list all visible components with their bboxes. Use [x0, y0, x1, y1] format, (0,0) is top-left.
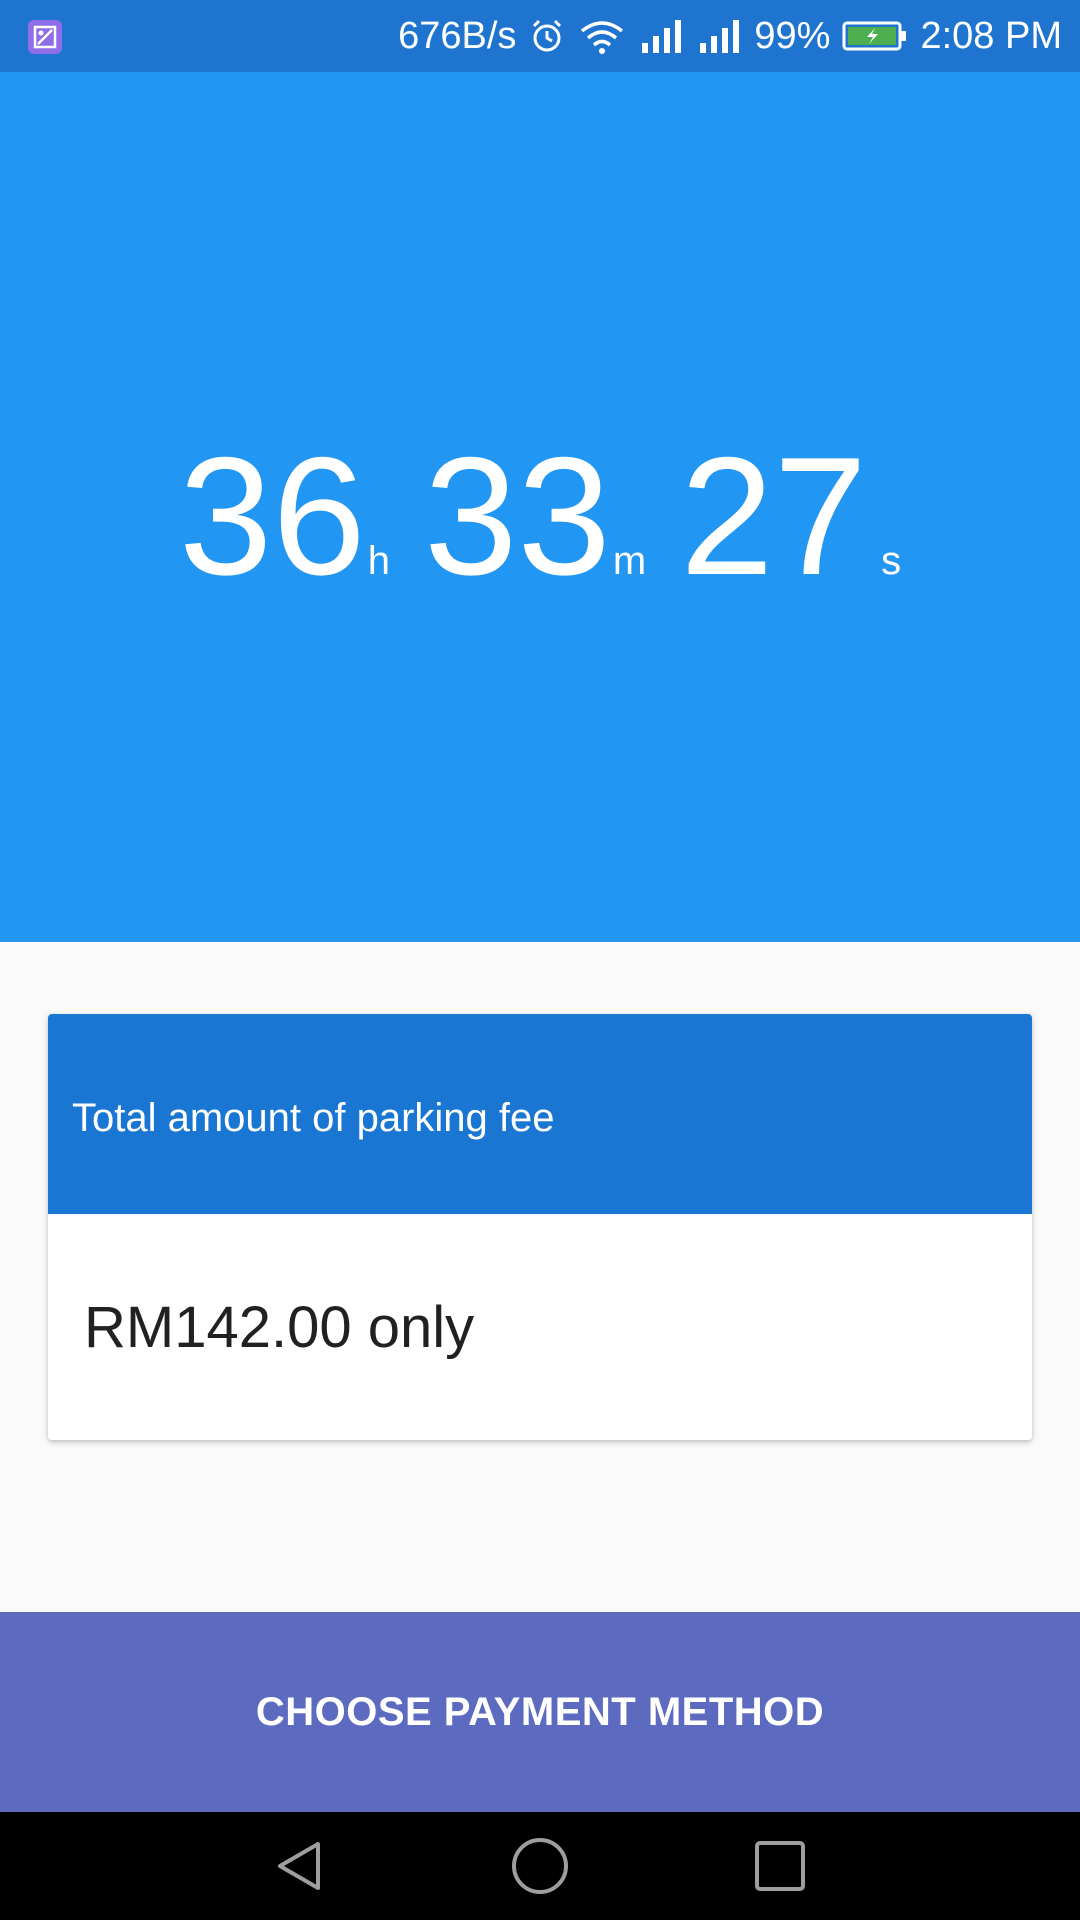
network-speed: 676B/s [398, 14, 517, 57]
home-icon[interactable] [510, 1836, 570, 1896]
signal-icon [638, 17, 684, 55]
battery-charging-icon [842, 19, 908, 53]
wifi-icon [578, 17, 626, 55]
timer-hours: 36 [178, 422, 366, 610]
fee-card-title: Total amount of parking fee [48, 1014, 1032, 1214]
timer-hours-unit: h [367, 539, 391, 583]
battery-percent: 99% [754, 14, 831, 57]
timer-seconds: 27 [680, 422, 868, 610]
status-bar: 676B/s 99% 2:08 PM [0, 0, 1080, 72]
back-icon[interactable] [270, 1836, 330, 1896]
signal-icon [696, 17, 742, 55]
alarm-icon [528, 17, 566, 55]
timer-minutes: 33 [424, 422, 611, 610]
clock: 2:08 PM [920, 14, 1062, 57]
parking-timer-panel: 36 h 33 m 27 s [0, 72, 1080, 942]
navigation-bar [0, 1812, 1080, 1920]
timer-seconds-unit: s [881, 539, 902, 583]
parking-fee-card: Total amount of parking fee RM142.00 onl… [48, 1014, 1032, 1440]
choose-payment-method-button[interactable]: CHOOSE PAYMENT METHOD [0, 1612, 1080, 1812]
elapsed-time: 36 h 33 m 27 s [0, 432, 1080, 600]
gallery-icon [28, 20, 62, 54]
recents-icon[interactable] [750, 1836, 810, 1896]
status-indicators: 676B/s 99% 2:08 PM [398, 0, 1062, 72]
fee-amount: RM142.00 only [84, 1295, 475, 1360]
timer-minutes-unit: m [612, 539, 647, 583]
